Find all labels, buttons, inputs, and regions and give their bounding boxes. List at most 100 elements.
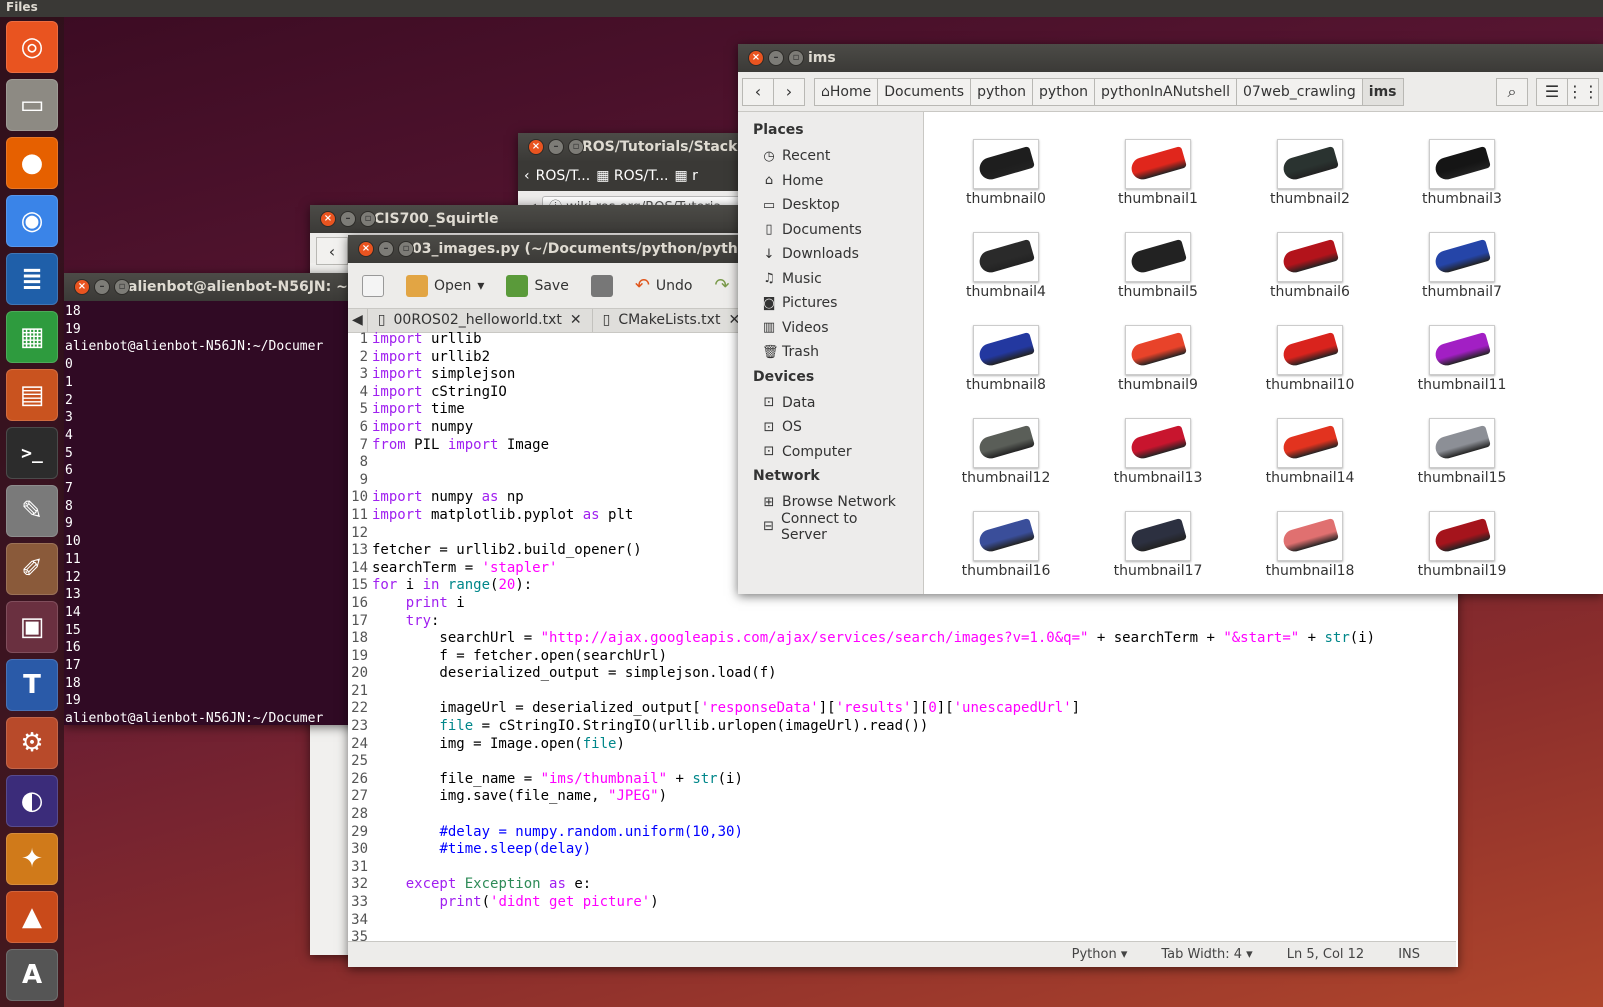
settings-icon[interactable]: ⚙ <box>6 717 58 769</box>
terminal-titlebar[interactable]: × – ▫ alienbot@alienbot-N56JN: ~/D <box>64 273 364 301</box>
sidebar-item-home[interactable]: ⌂ Home <box>738 169 923 194</box>
sidebar-item-desktop[interactable]: ▭ Desktop <box>738 193 923 218</box>
maximize-icon[interactable]: ▫ <box>788 50 804 66</box>
updater-icon[interactable]: A <box>6 949 58 1001</box>
sidebar-item-downloads[interactable]: ↓ Downloads <box>738 242 923 267</box>
minimize-icon[interactable]: – <box>768 50 784 66</box>
files-icon[interactable]: ▭ <box>6 79 58 131</box>
maximize-icon[interactable]: ▫ <box>114 279 130 295</box>
breadcrumb-documents[interactable]: Documents <box>877 77 972 106</box>
search-button[interactable]: ⌕ <box>1496 77 1528 106</box>
tab-back-icon[interactable]: ‹ <box>524 168 530 184</box>
browser-tab[interactable]: ▦ r <box>674 168 697 184</box>
firefox-icon[interactable]: ● <box>6 137 58 189</box>
browser-tab[interactable]: ROS/T... <box>536 168 591 184</box>
close-icon[interactable]: × <box>320 211 336 227</box>
back-button[interactable]: ‹ <box>742 77 774 106</box>
close-icon[interactable]: × <box>528 139 544 155</box>
menu-button[interactable]: ☰ <box>1536 77 1568 106</box>
file-item[interactable]: thumbnail8 <box>930 306 1082 399</box>
calc-icon[interactable]: ▦ <box>6 311 58 363</box>
redo-button[interactable]: ↷ <box>706 271 737 300</box>
close-tab-icon[interactable]: ✕ <box>570 312 582 329</box>
tab-width-selector[interactable]: Tab Width: 4 ▾ <box>1161 947 1252 962</box>
file-item[interactable]: thumbnail7 <box>1386 213 1538 306</box>
close-icon[interactable]: × <box>748 50 764 66</box>
squirtle-titlebar[interactable]: × – ▫ CIS700_Squirtle <box>310 205 750 233</box>
file-item[interactable]: thumbnail0 <box>930 120 1082 213</box>
breadcrumb-python[interactable]: python <box>1032 77 1096 106</box>
browser-tab[interactable]: ▦ ROS/T... <box>596 168 668 184</box>
files-window[interactable]: × – ▫ ims ‹ › ⌂ Home Documents python python p… <box>738 44 1603 594</box>
file-item[interactable]: thumbnail17 <box>1082 492 1234 585</box>
file-item[interactable]: thumbnail14 <box>1234 399 1386 492</box>
sidebar-item-computer[interactable]: ⊡ Computer <box>738 440 923 465</box>
close-icon[interactable]: × <box>74 279 90 295</box>
files-titlebar[interactable]: × – ▫ ims <box>738 44 1603 72</box>
tabs-scroll-left-icon[interactable]: ◀ <box>348 309 368 332</box>
sidebar-item-documents[interactable]: ▯ Documents <box>738 218 923 243</box>
eclipse-icon[interactable]: ◐ <box>6 775 58 827</box>
forward-button[interactable]: › <box>773 77 805 106</box>
file-item[interactable]: thumbnail6 <box>1234 213 1386 306</box>
print-button[interactable] <box>583 271 621 301</box>
minimize-icon[interactable]: – <box>548 139 564 155</box>
ubuntu-dash-icon[interactable]: ◎ <box>6 21 58 73</box>
terminal-icon[interactable]: >_ <box>6 427 58 479</box>
file-item[interactable]: thumbnail12 <box>930 399 1082 492</box>
sidebar-item-videos[interactable]: ▥ Videos <box>738 316 923 341</box>
file-item[interactable]: thumbnail19 <box>1386 492 1538 585</box>
minimize-icon[interactable]: – <box>94 279 110 295</box>
file-item[interactable]: thumbnail13 <box>1082 399 1234 492</box>
close-icon[interactable]: × <box>358 241 374 257</box>
texmaker-icon[interactable]: T <box>6 659 58 711</box>
maximize-icon[interactable]: ▫ <box>360 211 376 227</box>
file-item[interactable]: thumbnail2 <box>1234 120 1386 213</box>
tool-icon[interactable]: ✦ <box>6 833 58 885</box>
file-item[interactable]: thumbnail3 <box>1386 120 1538 213</box>
file-item[interactable]: thumbnail16 <box>930 492 1082 585</box>
sidebar-item-pictures[interactable]: ◙ Pictures <box>738 291 923 316</box>
breadcrumb-pythoninanutshell[interactable]: pythonInANutshell <box>1094 77 1237 106</box>
file-item[interactable]: thumbnail15 <box>1386 399 1538 492</box>
doc-tab[interactable]: ▯ CMakeLists.txt ✕ <box>593 309 752 332</box>
minimize-icon[interactable]: – <box>340 211 356 227</box>
back-button[interactable]: ‹ <box>316 237 348 265</box>
breadcrumb-home[interactable]: ⌂ Home <box>814 77 879 106</box>
impress-icon[interactable]: ▤ <box>6 369 58 421</box>
workspace-switcher-icon[interactable]: ▣ <box>6 601 58 653</box>
breadcrumb-07web_crawling[interactable]: 07web_crawling <box>1235 77 1363 106</box>
language-selector[interactable]: Python ▾ <box>1072 947 1128 962</box>
file-item[interactable]: thumbnail9 <box>1082 306 1234 399</box>
file-item[interactable]: thumbnail1 <box>1082 120 1234 213</box>
paint-icon[interactable]: ✐ <box>6 543 58 595</box>
sidebar-item-music[interactable]: ♫ Music <box>738 267 923 292</box>
minimize-icon[interactable]: – <box>378 241 394 257</box>
file-item[interactable]: thumbnail18 <box>1234 492 1386 585</box>
writer-icon[interactable]: ≣ <box>6 253 58 305</box>
terminal-window[interactable]: × – ▫ alienbot@alienbot-N56JN: ~/D 18 19 ali… <box>64 273 364 725</box>
sidebar-item-data[interactable]: ⊡ Data <box>738 391 923 416</box>
text-editor-icon[interactable]: ✎ <box>6 485 58 537</box>
sidebar-item-os[interactable]: ⊡ OS <box>738 415 923 440</box>
maximize-icon[interactable]: ▫ <box>568 139 584 155</box>
terminal-output[interactable]: 18 19 alienbot@alienbot-N56JN:~/Documer 0 1 2… <box>64 301 364 725</box>
maximize-icon[interactable]: ▫ <box>398 241 414 257</box>
undo-button[interactable]: ↶ Undo <box>627 271 701 300</box>
breadcrumb-python[interactable]: python <box>970 77 1034 106</box>
open-button[interactable]: Open ▾ <box>398 271 492 301</box>
file-item[interactable]: thumbnail4 <box>930 213 1082 306</box>
file-item[interactable]: thumbnail11 <box>1386 306 1538 399</box>
save-button[interactable]: Save <box>498 271 576 301</box>
chrome-icon[interactable]: ◉ <box>6 195 58 247</box>
new-file-button[interactable] <box>354 271 392 301</box>
sidebar-item-recent[interactable]: ◷ Recent <box>738 144 923 169</box>
sidebar-item-connect-to-server[interactable]: ⊟ Connect to Server <box>738 511 923 543</box>
matlab-icon[interactable]: ▲ <box>6 891 58 943</box>
file-item[interactable]: thumbnail10 <box>1234 306 1386 399</box>
doc-tab[interactable]: ▯ 00ROS02_helloworld.txt ✕ <box>368 309 593 332</box>
view-button[interactable]: ⋮⋮ <box>1567 77 1599 106</box>
file-item[interactable]: thumbnail5 <box>1082 213 1234 306</box>
breadcrumb-ims[interactable]: ims <box>1361 77 1404 106</box>
sidebar-item-trash[interactable]: 🗑 Trash <box>738 340 923 365</box>
